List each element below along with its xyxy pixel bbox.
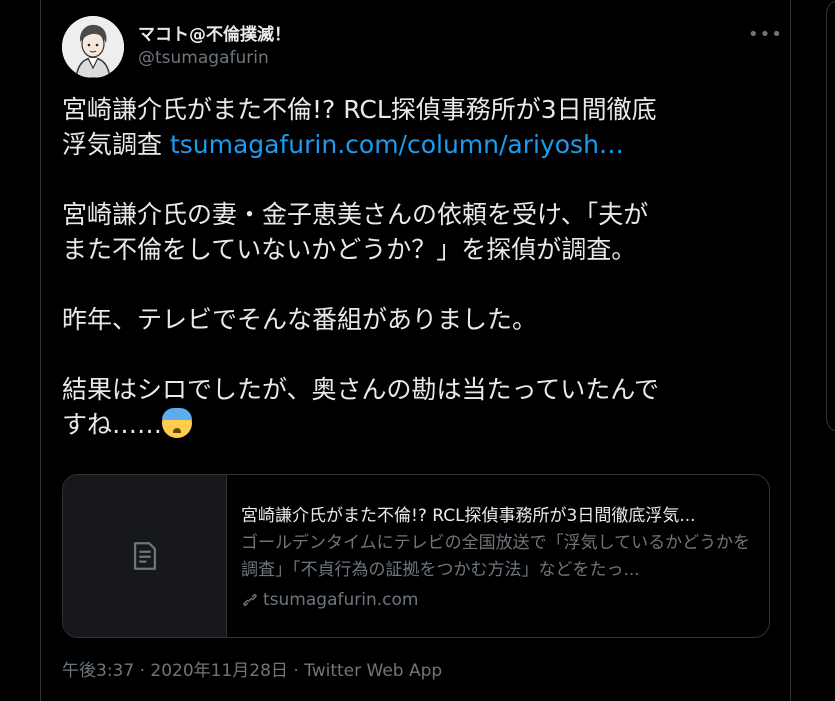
avatar[interactable]: [62, 16, 124, 78]
author-handle[interactable]: @tsumagafurin: [138, 48, 269, 68]
link-icon: [243, 594, 257, 606]
tweet-line-1: 宮崎謙介氏がまた不倫!? RCL探偵事務所が3日間徹底: [62, 95, 657, 124]
link-card-title[interactable]: 宮崎謙介氏がまた不倫!? RCL探偵事務所が3日間徹底浮気...: [241, 501, 751, 526]
article-icon: [133, 542, 156, 570]
link-preview-card[interactable]: 宮崎謙介氏がまた不倫!? RCL探偵事務所が3日間徹底浮気... ゴールデンタイ…: [62, 474, 770, 638]
link-card-thumbnail: [63, 475, 227, 637]
tweet-link[interactable]: tsumagafurin.com/column/ariyosh…: [170, 130, 624, 159]
tweet-text: 宮崎謙介氏がまた不倫!? RCL探偵事務所が3日間徹底 浮気調査 tsumaga…: [62, 92, 762, 442]
tweet-paragraph-4: 結果はシロでしたが、奥さんの勘は当たっていたんで すね……: [62, 375, 660, 439]
tweet-paragraph-3: 昨年、テレビでそんな番組がありました。: [62, 305, 538, 334]
tweet-timestamp[interactable]: 午後3:37 · 2020年11月28日 · Twitter Web App: [62, 656, 442, 681]
side-panel-edge: [826, 0, 835, 432]
link-card-description: ゴールデンタイムにテレビの全国放送で「浮気しているかどうかを調査」「不貞行為の証…: [241, 533, 751, 580]
anxious-face-emoji: [162, 408, 193, 438]
tweet-paragraph-2: 宮崎謙介氏の妻・金子恵美さんの依頼を受け、「夫が また不倫をしていないかどうか？…: [62, 200, 649, 264]
more-horizontal-icon[interactable]: •••: [748, 24, 783, 45]
link-card-domain-row: tsumagafurin.com: [241, 590, 418, 610]
link-card-domain: tsumagafurin.com: [263, 590, 419, 610]
tweet-line-2: 浮気調査: [62, 130, 170, 159]
author-name[interactable]: マコト@不倫撲滅！: [138, 20, 291, 45]
